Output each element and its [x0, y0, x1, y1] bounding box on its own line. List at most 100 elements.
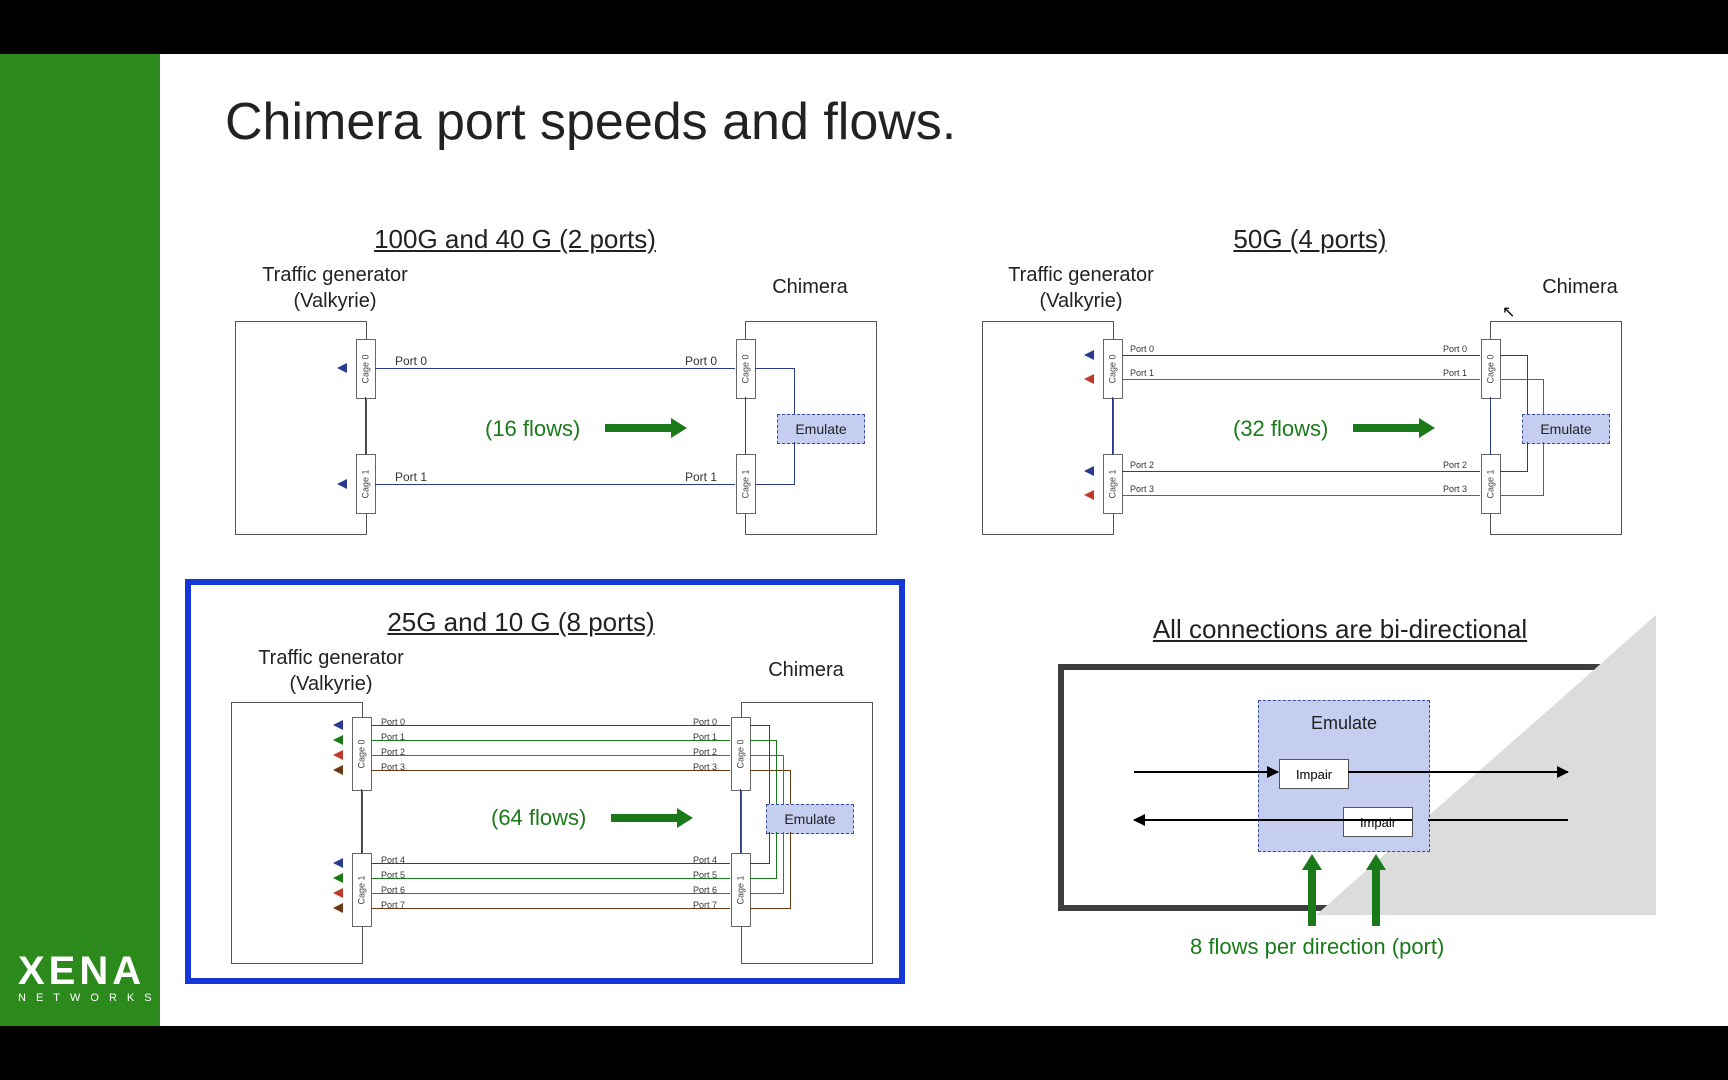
arrow-up-icon: [1308, 866, 1316, 926]
cage-1-tg: Cage 1: [1103, 454, 1123, 514]
tg-box: [982, 321, 1114, 535]
cage-1-tg: Cage 1: [352, 853, 372, 927]
port-label: Port 4: [693, 855, 717, 865]
logo: XENA NETWORKS: [18, 951, 162, 1004]
loop-line: [790, 832, 791, 908]
emulate-label: Emulate: [795, 421, 846, 437]
loop-line: [750, 770, 791, 771]
port-label: Port 0: [693, 717, 717, 727]
port-label: Port 5: [693, 870, 717, 880]
cage-0-tg: Cage 0: [352, 717, 372, 791]
cage-label: Cage 1: [1486, 469, 1496, 498]
arrow-left-icon: [337, 479, 347, 489]
loop-line: [794, 442, 795, 484]
cage-connector: [1112, 397, 1113, 455]
port-line: [371, 755, 730, 756]
traffic-generator-label: Traffic generator (Valkyrie): [216, 645, 446, 697]
arrow-left-icon: [333, 873, 343, 883]
port-label: Port 3: [693, 762, 717, 772]
logo-sub: NETWORKS: [18, 993, 162, 1004]
flows-arrow-icon: [605, 424, 675, 432]
cage-connector: [745, 397, 746, 455]
loop-line: [1500, 471, 1528, 472]
port-label: Port 1: [395, 470, 427, 484]
cursor-icon: ↖: [1502, 302, 1515, 322]
port-line: [371, 740, 730, 741]
emulate-box: Emulate: [777, 414, 865, 444]
port-line: [371, 908, 730, 909]
loop-line: [750, 863, 770, 864]
port-line: [375, 368, 735, 369]
cage-0-ch: Cage 0: [731, 717, 751, 791]
bidir-box: Emulate Impair Impair: [1058, 664, 1652, 911]
arrow-up-icon: [1372, 866, 1380, 926]
port-label: Port 0: [1130, 344, 1154, 354]
group-heading: 50G (4 ports): [1135, 224, 1485, 255]
port-label: Port 0: [381, 717, 405, 727]
traffic-generator-label: Traffic generator (Valkyrie): [966, 262, 1196, 314]
cage-label: Cage 1: [1108, 469, 1118, 498]
logo-main: XENA: [18, 951, 162, 991]
port-label: Port 6: [381, 885, 405, 895]
port-label: Port 1: [381, 732, 405, 742]
group-heading: 100G and 40 G (2 ports): [245, 224, 785, 255]
loop-line: [783, 832, 784, 893]
cage-0-tg: Cage 0: [1103, 339, 1123, 399]
cage-label: Cage 0: [741, 354, 751, 383]
port-line: [1122, 495, 1480, 496]
arrow-left-icon: [1084, 374, 1094, 384]
cage-label: Cage 1: [736, 875, 746, 904]
port-label: Port 1: [693, 732, 717, 742]
flows-arrow-icon: [1353, 424, 1423, 432]
loop-line: [750, 725, 770, 726]
arrow-left-icon: [337, 363, 347, 373]
loop-line: [750, 755, 784, 756]
chimera-label: Chimera: [745, 276, 875, 299]
impair-box-bottom: Impair: [1343, 807, 1413, 837]
port-label: Port 2: [1443, 460, 1467, 470]
arrow-left-icon: [1084, 466, 1094, 476]
loop-line: [776, 832, 777, 878]
port-label: Port 0: [685, 354, 717, 368]
port-line: [1122, 355, 1480, 356]
arrow-right-icon: [1134, 771, 1278, 773]
arrow-left-icon: [333, 903, 343, 913]
loop-line: [769, 725, 770, 804]
loop-line: [750, 908, 791, 909]
port-line: [375, 484, 735, 485]
cage-label: Cage 1: [361, 469, 371, 498]
cage-1-ch: Cage 1: [736, 454, 756, 514]
impair-box-top: Impair: [1279, 759, 1349, 789]
arrow-left-icon: [333, 735, 343, 745]
port-label: Port 0: [1443, 344, 1467, 354]
slide-title: Chimera port speeds and flows.: [225, 92, 956, 152]
cage-1-ch: Cage 1: [1481, 454, 1501, 514]
loop-line: [755, 484, 795, 485]
port-line: [371, 878, 730, 879]
chimera-label: Chimera: [741, 659, 871, 682]
arrow-left-icon: [333, 765, 343, 775]
group-50g: 50G (4 ports) Traffic generator (Valkyri…: [975, 224, 1705, 589]
port-label: Port 1: [1130, 368, 1154, 378]
port-label: Port 6: [693, 885, 717, 895]
traffic-generator-label: Traffic generator (Valkyrie): [220, 262, 450, 314]
port-label: Port 2: [1130, 460, 1154, 470]
port-line: [371, 725, 730, 726]
port-label: Port 2: [693, 747, 717, 757]
loop-line: [1543, 379, 1544, 414]
cage-label: Cage 0: [1486, 354, 1496, 383]
group-heading: All connections are bi-directional: [1040, 614, 1640, 645]
loop-line: [1527, 355, 1528, 414]
port-label: Port 3: [1130, 484, 1154, 494]
loop-line: [750, 893, 784, 894]
port-label: Port 4: [381, 855, 405, 865]
cage-connector: [1490, 397, 1491, 455]
port-label: Port 0: [395, 354, 427, 368]
cage-label: Cage 0: [736, 739, 746, 768]
group-heading: 25G and 10 G (8 ports): [251, 607, 791, 638]
port-label: Port 1: [1443, 368, 1467, 378]
brand-sidebar: XENA NETWORKS: [0, 54, 160, 1026]
group-25g-10g: 25G and 10 G (8 ports) Traffic generator…: [185, 579, 905, 984]
port-label: Port 3: [1443, 484, 1467, 494]
emulate-large-box: Emulate Impair Impair: [1258, 700, 1430, 852]
